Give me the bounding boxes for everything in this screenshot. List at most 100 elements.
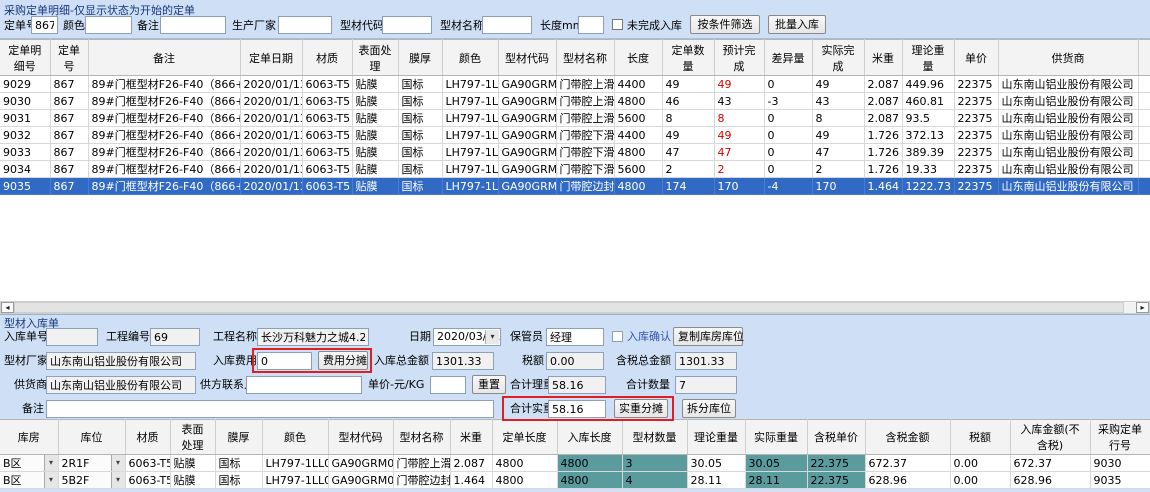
date-picker[interactable]: 2020/03/31▾ bbox=[433, 328, 501, 346]
column-header[interactable]: 定单长度 bbox=[492, 420, 557, 455]
column-header[interactable]: 颜色 bbox=[442, 40, 498, 76]
color-input[interactable] bbox=[85, 16, 132, 34]
tax-input[interactable] bbox=[546, 352, 604, 370]
column-header[interactable]: 型材代码 bbox=[498, 40, 556, 76]
total-qty-input[interactable] bbox=[675, 376, 737, 394]
column-header[interactable]: 型材名称 bbox=[556, 40, 614, 76]
combo-cell[interactable]: B区▾ bbox=[0, 455, 58, 472]
cell: 6063-T5 bbox=[125, 472, 170, 489]
inbound-confirm-checkbox[interactable] bbox=[612, 331, 623, 342]
scroll-right-button[interactable]: ▸ bbox=[1136, 302, 1149, 313]
table-row[interactable]: 902986789#门框型材F26-F40（866+867）2020/01/13… bbox=[0, 76, 1150, 93]
unfinished-checkbox[interactable] bbox=[612, 19, 623, 30]
column-header[interactable]: 定单数量 bbox=[662, 40, 714, 76]
table-row[interactable]: B区▾2R1F▾6063-T5贴膜国标LH797-1LL0GA90GRM03门带… bbox=[0, 455, 1150, 472]
column-header[interactable]: 米重 bbox=[864, 40, 902, 76]
column-header[interactable]: 预计完成 bbox=[714, 40, 764, 76]
actual-weight-allocate-button[interactable]: 实重分摊 bbox=[614, 399, 668, 418]
scroll-left-button[interactable]: ◂ bbox=[1, 302, 14, 313]
note-input[interactable] bbox=[46, 400, 494, 418]
cell: 0.00 bbox=[950, 455, 1010, 472]
column-header[interactable]: 理论重量 bbox=[687, 420, 745, 455]
column-header[interactable]: 单价 bbox=[954, 40, 998, 76]
column-header[interactable]: 供货商 bbox=[998, 40, 1138, 76]
column-header[interactable]: 税额 bbox=[950, 420, 1010, 455]
column-header[interactable]: 含税单价 bbox=[807, 420, 865, 455]
column-header[interactable] bbox=[1138, 40, 1150, 76]
total-actual-weight-input[interactable] bbox=[548, 400, 606, 418]
column-header[interactable]: 含税金额 bbox=[865, 420, 950, 455]
project-name-input[interactable] bbox=[257, 328, 369, 346]
column-header[interactable]: 入库长度 bbox=[557, 420, 622, 455]
factory-input[interactable] bbox=[46, 352, 196, 370]
combo-value: 2R1F bbox=[62, 457, 90, 470]
chevron-down-icon[interactable]: ▾ bbox=[111, 472, 125, 488]
reset-button[interactable]: 重置 bbox=[472, 375, 506, 394]
column-header[interactable]: 材质 bbox=[125, 420, 170, 455]
calendar-dropdown-icon[interactable]: ▾ bbox=[485, 330, 499, 344]
remark-input[interactable] bbox=[160, 16, 226, 34]
column-header[interactable]: 定单日期 bbox=[240, 40, 302, 76]
cell: -3 bbox=[764, 93, 812, 110]
total-amount-input[interactable] bbox=[432, 352, 494, 370]
keeper-input[interactable] bbox=[546, 328, 604, 346]
supplier-input[interactable] bbox=[46, 376, 196, 394]
column-header[interactable]: 差异量 bbox=[764, 40, 812, 76]
filter-by-condition-button[interactable]: 按条件筛选 bbox=[690, 15, 760, 34]
column-header[interactable]: 型材名称 bbox=[393, 420, 450, 455]
chevron-down-icon[interactable]: ▾ bbox=[44, 472, 58, 488]
table-row[interactable]: 903186789#门框型材F26-F40（866+867）2020/01/13… bbox=[0, 110, 1150, 127]
column-header[interactable]: 理论重量 bbox=[902, 40, 954, 76]
combo-cell[interactable]: B区▾ bbox=[0, 472, 58, 489]
profile-name-input[interactable] bbox=[482, 16, 532, 34]
column-header[interactable]: 长度 bbox=[614, 40, 662, 76]
column-header[interactable]: 采购定单行号 bbox=[1090, 420, 1150, 455]
cell: 2.087 bbox=[864, 76, 902, 93]
order-no-input[interactable] bbox=[31, 16, 58, 34]
column-header[interactable]: 库位 bbox=[58, 420, 125, 455]
column-header[interactable]: 定单号 bbox=[50, 40, 88, 76]
column-header[interactable]: 入库金额(不含税) bbox=[1010, 420, 1090, 455]
table-row[interactable]: 903286789#门框型材F26-F40（866+867）2020/01/13… bbox=[0, 127, 1150, 144]
split-location-button[interactable]: 拆分库位 bbox=[682, 399, 736, 418]
table-row[interactable]: 903586789#门框型材F26-F40（866+867）2020/01/13… bbox=[0, 178, 1150, 195]
column-header[interactable]: 表面处理 bbox=[352, 40, 398, 76]
total-with-tax-input[interactable] bbox=[675, 352, 737, 370]
table-row[interactable]: 903486789#门框型材F26-F40（866+867）2020/01/13… bbox=[0, 161, 1150, 178]
column-header[interactable]: 型材代码 bbox=[328, 420, 393, 455]
column-header[interactable]: 颜色 bbox=[262, 420, 328, 455]
profile-code-input[interactable] bbox=[382, 16, 432, 34]
project-no-input[interactable] bbox=[150, 328, 200, 346]
fee-allocate-button[interactable]: 费用分摊 bbox=[318, 351, 368, 370]
cell: 山东南山铝业股份有限公司 bbox=[998, 76, 1138, 93]
table-row[interactable]: B区▾5B2F▾6063-T5贴膜国标LH797-1LL0GA90GRM05门带… bbox=[0, 472, 1150, 489]
column-header[interactable]: 型材数量 bbox=[622, 420, 687, 455]
combo-cell[interactable]: 5B2F▾ bbox=[58, 472, 125, 489]
batch-inbound-button[interactable]: 批量入库 bbox=[768, 15, 826, 34]
fee-input[interactable] bbox=[257, 352, 312, 370]
column-header[interactable]: 库房 bbox=[0, 420, 58, 455]
unit-price-input[interactable] bbox=[430, 376, 466, 394]
hscrollbar[interactable]: ◂ ▸ bbox=[0, 301, 1150, 314]
combo-cell[interactable]: 2R1F ▾ bbox=[58, 455, 125, 472]
table-row[interactable]: 903086789#门框型材F26-F40（866+867）2020/01/13… bbox=[0, 93, 1150, 110]
column-header[interactable]: 表面处理 bbox=[170, 420, 215, 455]
total-theory-weight-input[interactable] bbox=[548, 376, 606, 394]
column-header[interactable]: 实际重量 bbox=[745, 420, 807, 455]
manufacturer-input[interactable] bbox=[278, 16, 332, 34]
column-header[interactable]: 膜厚 bbox=[398, 40, 442, 76]
column-header[interactable]: 米重 bbox=[450, 420, 492, 455]
inbound-no-input[interactable] bbox=[46, 328, 98, 346]
length-input[interactable] bbox=[578, 16, 604, 34]
table-row[interactable]: 903386789#门框型材F26-F40（866+867）2020/01/13… bbox=[0, 144, 1150, 161]
column-header[interactable]: 备注 bbox=[88, 40, 240, 76]
chevron-down-icon[interactable]: ▾ bbox=[111, 455, 125, 471]
scroll-thumb[interactable] bbox=[14, 302, 1124, 313]
column-header[interactable]: 材质 bbox=[302, 40, 352, 76]
copy-warehouse-button[interactable]: 复制库房库位 bbox=[673, 327, 743, 346]
supplier-contact-input[interactable] bbox=[246, 376, 362, 394]
chevron-down-icon[interactable]: ▾ bbox=[44, 455, 58, 471]
column-header[interactable]: 定单明细号 bbox=[0, 40, 50, 76]
column-header[interactable]: 膜厚 bbox=[215, 420, 262, 455]
column-header[interactable]: 实际完成 bbox=[812, 40, 864, 76]
